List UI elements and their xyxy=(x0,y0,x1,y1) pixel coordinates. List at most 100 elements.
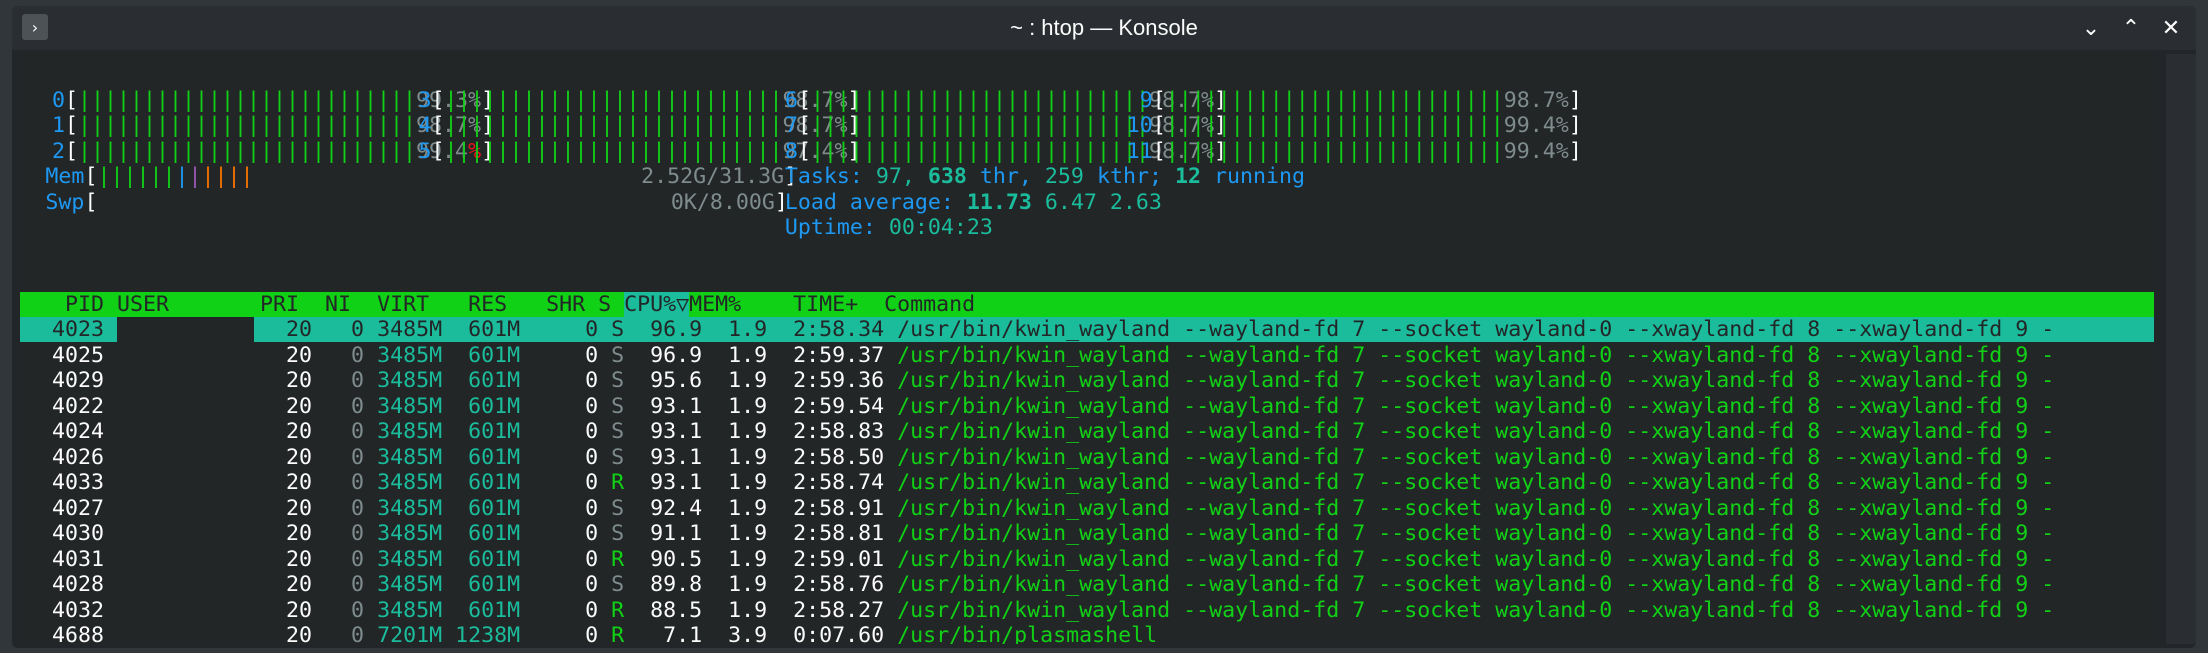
cpu-percent: 92.4 xyxy=(637,495,716,521)
pid: 4030 xyxy=(26,521,118,546)
nice: 0 xyxy=(325,623,378,644)
pid: 4026 xyxy=(26,444,118,470)
nice: 0 xyxy=(325,572,378,597)
scrollbar[interactable] xyxy=(2166,54,2196,644)
res: 601M xyxy=(455,317,534,342)
virt: 3485M xyxy=(377,317,456,342)
shr: 0 xyxy=(533,444,612,470)
priority: 20 xyxy=(273,470,326,495)
uptime-label: Uptime: xyxy=(784,215,889,240)
process-row[interactable]: 4027 20 0 3485M 601M 0 S 92.4 1.9 2:58.9… xyxy=(26,496,2054,521)
command: /usr/bin/kwin_wayland --wayland-fd 7 --s… xyxy=(897,470,2055,495)
command: /usr/bin/kwin_wayland --wayland-fd 7 --s… xyxy=(897,393,2055,419)
process-row[interactable]: 4031 20 0 3485M 601M 0 R 90.5 1.9 2:59.0… xyxy=(26,547,2054,572)
konsole-window: › ~ : htop — Konsole ⌄ ⌃ ✕ 0[|||||||||||… xyxy=(12,6,2196,648)
tasks-meter: Tasks: 97, 638 thr, 259 kthr; 12 running xyxy=(785,164,1305,189)
column-header-pri[interactable]: PRI xyxy=(260,291,313,317)
virt: 3485M xyxy=(377,368,456,393)
cpu-bracket-close: ] xyxy=(1568,87,1582,113)
shr: 0 xyxy=(533,317,612,342)
cpu-id: 4 xyxy=(392,113,432,138)
cpu-bar: |||||||||||||||||||||||||| xyxy=(444,87,783,113)
state: R xyxy=(611,470,638,495)
cpu-bracket-open: [ xyxy=(431,87,445,113)
column-header-mem[interactable]: MEM% xyxy=(689,291,742,317)
pid: 4032 xyxy=(26,597,118,623)
mem-bar-buffers: | xyxy=(175,164,189,189)
nice: 0 xyxy=(325,521,378,546)
res: 601M xyxy=(455,444,534,470)
title-bar[interactable]: › ~ : htop — Konsole ⌄ ⌃ ✕ xyxy=(12,6,2196,50)
cpu-id: 8 xyxy=(758,138,798,164)
column-header-time[interactable]: TIME+ xyxy=(741,291,885,317)
load-1min: 11.73 xyxy=(966,189,1045,215)
cpu-percent: 93.1 xyxy=(637,419,716,444)
process-row[interactable]: 4023 20 0 3485M 601M 0 S 96.9 1.9 2:58.3… xyxy=(26,317,2054,342)
terminal-area[interactable]: 0[||||||||||||||||||||||||||99.3%] 1[|||… xyxy=(20,54,2154,644)
uptime: Uptime: 00:04:23 xyxy=(785,215,993,240)
virt: 3485M xyxy=(377,342,456,368)
process-row[interactable]: 4025 20 0 3485M 601M 0 S 96.9 1.9 2:59.3… xyxy=(26,343,2054,368)
mem-label: Mem xyxy=(45,164,85,189)
cpu-bracket-open: [ xyxy=(431,138,445,164)
cpu-percent: 90.5 xyxy=(637,546,716,572)
minimize-icon[interactable]: ⌄ xyxy=(2072,10,2110,46)
mem-percent: 1.9 xyxy=(715,393,781,419)
nice: 0 xyxy=(325,368,378,393)
column-header-s[interactable]: S xyxy=(598,291,625,317)
cpu-bar: |||||||||||||||||||||||||| xyxy=(1165,113,1504,138)
process-row[interactable]: 4028 20 0 3485M 601M 0 S 89.8 1.9 2:58.7… xyxy=(26,572,2054,597)
cpu-bar: |||||||||||||||||||||||||| xyxy=(811,87,1150,113)
swap-value: 0K/8.00G] xyxy=(671,190,788,215)
process-row[interactable]: 4032 20 0 3485M 601M 0 R 88.5 1.9 2:58.2… xyxy=(26,598,2054,623)
nice: 0 xyxy=(325,444,378,470)
cpu-bar: |||||||||||||||||||||||||| xyxy=(444,138,783,164)
shr: 0 xyxy=(533,597,612,623)
priority: 20 xyxy=(273,368,326,393)
column-header-virt[interactable]: VIRT xyxy=(364,291,443,317)
cpu-id: 1 xyxy=(26,113,66,138)
process-row[interactable]: 4022 20 0 3485M 601M 0 S 93.1 1.9 2:59.5… xyxy=(26,394,2054,419)
shr: 0 xyxy=(533,572,612,597)
cpu-bar: |||||||||||||||||||||||||| xyxy=(444,113,783,138)
maximize-icon[interactable]: ⌃ xyxy=(2112,10,2150,46)
time: 2:58.74 xyxy=(780,470,898,495)
mem-bar-shared: | xyxy=(188,164,202,189)
priority: 20 xyxy=(273,572,326,597)
nice: 0 xyxy=(325,495,378,521)
pid: 4023 xyxy=(26,317,118,342)
column-header-shr[interactable]: SHR xyxy=(520,291,599,317)
process-row[interactable]: 4024 20 0 3485M 601M 0 S 93.1 1.9 2:58.8… xyxy=(26,419,2054,444)
mem-percent: 1.9 xyxy=(715,419,781,444)
user xyxy=(117,598,273,623)
mem-percent: 1.9 xyxy=(715,342,781,368)
user xyxy=(117,470,273,495)
close-icon[interactable]: ✕ xyxy=(2152,10,2190,46)
mem-meter: Mem[|||||||||||| xyxy=(45,164,253,189)
column-header-res[interactable]: RES xyxy=(442,291,521,317)
user xyxy=(117,572,273,597)
cpu-id: 3 xyxy=(392,87,432,113)
process-row[interactable]: 4688 20 0 7201M 1238M 0 R 7.1 3.9 0:07.6… xyxy=(26,623,1157,644)
virt: 3485M xyxy=(377,597,456,623)
header-columns: PID USER PRI NI VIRT RES SHR S CPU%▽MEM%… xyxy=(26,291,976,317)
shr: 0 xyxy=(533,342,612,368)
cpu-id: 2 xyxy=(26,138,66,164)
state: S xyxy=(611,495,638,521)
res: 601M xyxy=(455,546,534,572)
cpu-id: 6 xyxy=(758,87,798,113)
res: 601M xyxy=(455,572,534,597)
process-row[interactable]: 4026 20 0 3485M 601M 0 S 93.1 1.9 2:58.5… xyxy=(26,445,2054,470)
cpu-percent: 89.8 xyxy=(637,572,716,597)
mem-percent: 1.9 xyxy=(715,444,781,470)
column-header-pid[interactable]: PID xyxy=(26,291,118,317)
process-row[interactable]: 4029 20 0 3485M 601M 0 S 95.6 1.9 2:59.3… xyxy=(26,368,2054,393)
chevron-right-icon[interactable]: › xyxy=(22,14,48,40)
column-header-cpu[interactable]: CPU%▽ xyxy=(624,291,690,317)
process-row[interactable]: 4033 20 0 3485M 601M 0 R 93.1 1.9 2:58.7… xyxy=(26,470,2054,495)
column-header-ni[interactable]: NI xyxy=(312,291,365,317)
process-row[interactable]: 4030 20 0 3485M 601M 0 S 91.1 1.9 2:58.8… xyxy=(26,521,2054,546)
column-header-user[interactable]: USER xyxy=(117,291,261,317)
user xyxy=(117,445,273,470)
column-header-command[interactable]: Command xyxy=(884,291,976,317)
